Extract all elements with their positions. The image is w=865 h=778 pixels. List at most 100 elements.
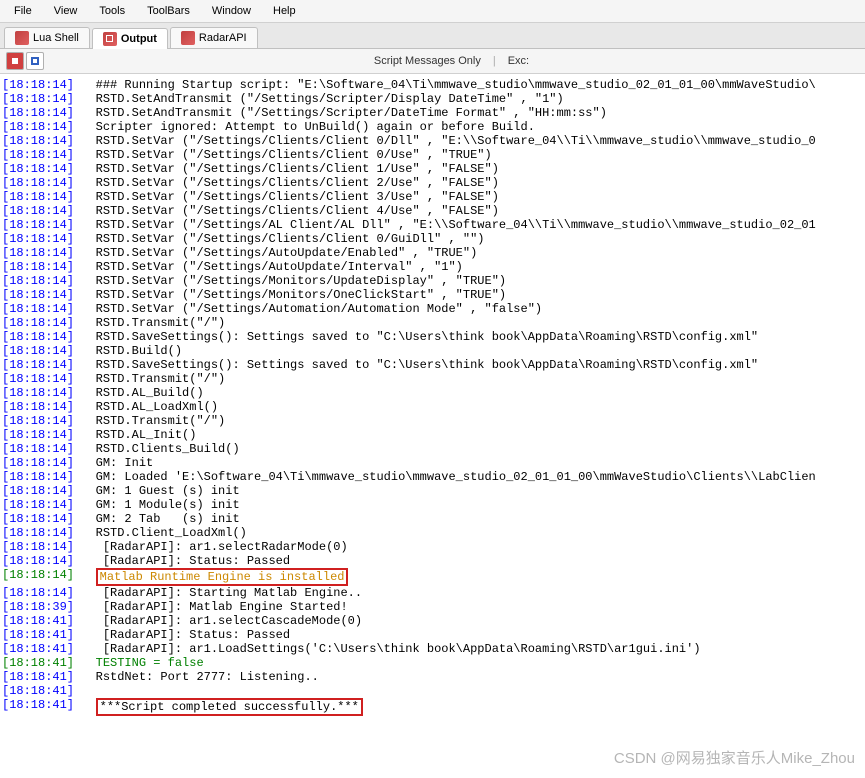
log-message: RstdNet: Port 2777: Listening..: [96, 670, 319, 684]
log-line: [18:18:14] RSTD.Transmit("/"): [2, 316, 863, 330]
tab-bar: Lua Shell Output RadarAPI: [0, 23, 865, 49]
log-line: [18:18:14] RSTD.Clients_Build(): [2, 442, 863, 456]
log-line: [18:18:14] RSTD.AL_LoadXml(): [2, 400, 863, 414]
menu-toolbars[interactable]: ToolBars: [137, 2, 200, 20]
log-message: GM: Loaded 'E:\Software_04\Ti\mmwave_stu…: [96, 470, 816, 484]
tab-output[interactable]: Output: [92, 28, 168, 49]
menu-view[interactable]: View: [44, 2, 88, 20]
log-message: RSTD.SetVar ("/Settings/AutoUpdate/Inter…: [96, 260, 463, 274]
log-line: [18:18:14] RSTD.SetVar ("/Settings/AutoU…: [2, 260, 863, 274]
log-message: RSTD.Transmit("/"): [96, 372, 226, 386]
log-message: [RadarAPI]: ar1.selectCascadeMode(0): [96, 614, 362, 628]
clear-button[interactable]: [26, 52, 44, 70]
menu-help[interactable]: Help: [263, 2, 306, 20]
log-line: [18:18:14] [RadarAPI]: ar1.selectRadarMo…: [2, 540, 863, 554]
log-timestamp: [18:18:14]: [2, 92, 74, 106]
log-line: [18:18:14] RSTD.Client_LoadXml(): [2, 526, 863, 540]
log-timestamp: [18:18:14]: [2, 288, 74, 302]
tab-radarapi[interactable]: RadarAPI: [170, 27, 258, 48]
log-timestamp: [18:18:14]: [2, 484, 74, 498]
log-message: RSTD.AL_Init(): [96, 428, 197, 442]
log-timestamp: [18:18:14]: [2, 554, 74, 568]
log-line: [18:18:14] RSTD.Build(): [2, 344, 863, 358]
log-timestamp: [18:18:14]: [2, 246, 74, 260]
log-message: RSTD.SetVar ("/Settings/Monitors/OneClic…: [96, 288, 506, 302]
log-timestamp: [18:18:14]: [2, 162, 74, 176]
log-message: RSTD.SetVar ("/Settings/Clients/Client 3…: [96, 190, 499, 204]
log-timestamp: [18:18:14]: [2, 414, 74, 428]
log-line: [18:18:14] GM: 1 Guest (s) init: [2, 484, 863, 498]
log-message: RSTD.SetAndTransmit ("/Settings/Scripter…: [96, 106, 607, 120]
log-line: [18:18:14] RSTD.Transmit("/"): [2, 414, 863, 428]
log-message: RSTD.SetVar ("/Settings/Clients/Client 2…: [96, 176, 499, 190]
log-timestamp: [18:18:14]: [2, 204, 74, 218]
log-line: [18:18:14] GM: 2 Tab (s) init: [2, 512, 863, 526]
log-timestamp: [18:18:14]: [2, 568, 74, 586]
menu-tools[interactable]: Tools: [89, 2, 135, 20]
log-line: [18:18:14] Scripter ignored: Attempt to …: [2, 120, 863, 134]
log-line: [18:18:14] RSTD.Transmit("/"): [2, 372, 863, 386]
log-line: [18:18:41] TESTING = false: [2, 656, 863, 670]
toolbar: Script Messages Only | Exc:: [0, 49, 865, 74]
log-line: [18:18:41]: [2, 684, 863, 698]
log-line: [18:18:14] GM: Init: [2, 456, 863, 470]
log-line: [18:18:14] RSTD.SaveSettings(): Settings…: [2, 358, 863, 372]
log-message: [RadarAPI]: ar1.selectRadarMode(0): [96, 540, 348, 554]
log-line: [18:18:14] RSTD.SetVar ("/Settings/Clien…: [2, 176, 863, 190]
log-timestamp: [18:18:14]: [2, 148, 74, 162]
log-timestamp: [18:18:41]: [2, 684, 74, 698]
separator: |: [493, 55, 496, 67]
log-timestamp: [18:18:14]: [2, 78, 74, 92]
log-timestamp: [18:18:14]: [2, 176, 74, 190]
log-line: [18:18:14] RSTD.SetVar ("/Settings/AL Cl…: [2, 218, 863, 232]
log-timestamp: [18:18:41]: [2, 642, 74, 656]
log-line: [18:18:14] RSTD.SetAndTransmit ("/Settin…: [2, 92, 863, 106]
log-timestamp: [18:18:41]: [2, 628, 74, 642]
stop-button[interactable]: [6, 52, 24, 70]
tab-lua-shell[interactable]: Lua Shell: [4, 27, 90, 48]
log-message: [RadarAPI]: Starting Matlab Engine..: [96, 586, 362, 600]
tab-label: Lua Shell: [33, 32, 79, 44]
log-message: [RadarAPI]: ar1.LoadSettings('C:\Users\t…: [96, 642, 701, 656]
log-timestamp: [18:18:41]: [2, 614, 74, 628]
log-timestamp: [18:18:14]: [2, 442, 74, 456]
log-message: RSTD.Clients_Build(): [96, 442, 240, 456]
log-line: [18:18:14] GM: Loaded 'E:\Software_04\Ti…: [2, 470, 863, 484]
log-line: [18:18:14] RSTD.SetVar ("/Settings/Clien…: [2, 232, 863, 246]
log-timestamp: [18:18:14]: [2, 526, 74, 540]
log-message: RSTD.SetVar ("/Settings/Clients/Client 4…: [96, 204, 499, 218]
log-timestamp: [18:18:14]: [2, 316, 74, 330]
log-timestamp: [18:18:14]: [2, 232, 74, 246]
console-output[interactable]: [18:18:14] ### Running Startup script: "…: [0, 74, 865, 778]
log-timestamp: [18:18:14]: [2, 120, 74, 134]
log-message: RSTD.SetVar ("/Settings/AutoUpdate/Enabl…: [96, 246, 478, 260]
filter-label[interactable]: Script Messages Only: [374, 55, 481, 67]
log-timestamp: [18:18:39]: [2, 600, 74, 614]
menu-file[interactable]: File: [4, 2, 42, 20]
log-timestamp: [18:18:41]: [2, 670, 74, 684]
log-timestamp: [18:18:14]: [2, 330, 74, 344]
log-line: [18:18:14] RSTD.SetVar ("/Settings/Monit…: [2, 288, 863, 302]
log-message: Scripter ignored: Attempt to UnBuild() a…: [96, 120, 535, 134]
log-line: [18:18:41] RstdNet: Port 2777: Listening…: [2, 670, 863, 684]
log-timestamp: [18:18:14]: [2, 386, 74, 400]
log-line: [18:18:41] [RadarAPI]: Status: Passed: [2, 628, 863, 642]
log-message: RSTD.Build(): [96, 344, 182, 358]
log-timestamp: [18:18:14]: [2, 586, 74, 600]
radar-icon: [181, 31, 195, 45]
log-message: RSTD.SetVar ("/Settings/Monitors/UpdateD…: [96, 274, 506, 288]
log-timestamp: [18:18:14]: [2, 456, 74, 470]
log-timestamp: [18:18:41]: [2, 698, 74, 716]
log-message: RSTD.SetVar ("/Settings/Clients/Client 1…: [96, 162, 499, 176]
log-line: [18:18:14] RSTD.SetVar ("/Settings/Autom…: [2, 302, 863, 316]
menu-window[interactable]: Window: [202, 2, 261, 20]
log-timestamp: [18:18:14]: [2, 428, 74, 442]
log-line: [18:18:14] RSTD.AL_Init(): [2, 428, 863, 442]
log-timestamp: [18:18:41]: [2, 656, 74, 670]
log-timestamp: [18:18:14]: [2, 134, 74, 148]
log-line: [18:18:39] [RadarAPI]: Matlab Engine Sta…: [2, 600, 863, 614]
log-timestamp: [18:18:14]: [2, 540, 74, 554]
log-message: RSTD.SetVar ("/Settings/Clients/Client 0…: [96, 232, 485, 246]
log-message: RSTD.AL_Build(): [96, 386, 204, 400]
log-message: RSTD.Transmit("/"): [96, 414, 226, 428]
